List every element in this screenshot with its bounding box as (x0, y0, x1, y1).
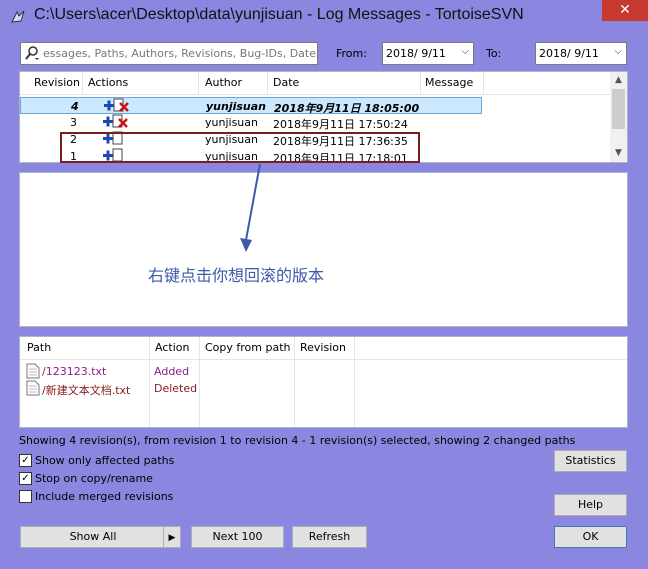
col-actions[interactable]: Actions (88, 76, 128, 89)
from-date-value: 2018/ 9/11 (386, 47, 446, 60)
message-panel[interactable] (19, 172, 628, 327)
refresh-button[interactable]: Refresh (292, 526, 367, 548)
statistics-button[interactable]: Statistics (554, 450, 627, 472)
action-cell: Deleted (154, 382, 198, 395)
action-cell: Added (154, 365, 190, 378)
file-icon (26, 380, 40, 396)
revision-cell: 3 (70, 116, 77, 129)
show-all-dropdown[interactable]: ▶ (163, 526, 181, 548)
status-text: Showing 4 revision(s), from revision 1 t… (19, 434, 576, 447)
from-date-picker[interactable]: 2018/ 9/11 ⌵ (382, 42, 474, 65)
ok-button[interactable]: OK (554, 526, 627, 548)
tortoisesvn-app-icon (11, 10, 25, 23)
stop-on-copy-rename-label[interactable]: Stop on copy/rename (35, 472, 153, 485)
path-row[interactable]: /新建文本文档.txt Deleted (20, 380, 320, 397)
revision-cell: 4 (71, 100, 79, 113)
to-label: To: (486, 47, 502, 60)
author-cell: yunjisuan (205, 116, 258, 129)
to-date-picker[interactable]: 2018/ 9/11 ⌵ (535, 42, 627, 65)
include-merged-revisions-label[interactable]: Include merged revisions (35, 490, 173, 503)
log-scrollbar[interactable]: ▲ ▼ (610, 72, 627, 162)
log-list-header: Revision Actions Author Date Message (20, 72, 627, 95)
annotation-highlight-box (60, 132, 420, 163)
to-date-value: 2018/ 9/11 (539, 47, 599, 60)
search-input[interactable]: essages, Paths, Authors, Revisions, Bug-… (20, 42, 320, 65)
window-title: C:\Users\acer\Desktop\data\yunjisuan - L… (34, 6, 524, 23)
chevron-down-icon[interactable]: ⌵ (614, 46, 622, 57)
from-label: From: (336, 47, 367, 60)
col-action[interactable]: Action (155, 341, 189, 354)
log-row-4[interactable]: 4 yunjisuan 2018年9月11日 18:05:00 (20, 97, 482, 115)
paths-header: Path Action Copy from path Revision (20, 337, 627, 360)
include-merged-revisions-checkbox[interactable] (19, 490, 32, 503)
author-cell: yunjisuan (206, 100, 267, 113)
scroll-down-icon[interactable]: ▼ (610, 145, 627, 162)
col-author[interactable]: Author (205, 76, 242, 89)
annotation-text: 右键点击你想回滚的版本 (148, 266, 325, 285)
col-path[interactable]: Path (27, 341, 51, 354)
help-button[interactable]: Help (554, 494, 627, 516)
chevron-down-icon[interactable]: ⌵ (461, 46, 469, 57)
file-icon (26, 363, 40, 379)
col-date[interactable]: Date (273, 76, 299, 89)
show-only-affected-paths-checkbox[interactable]: ✓ (19, 454, 32, 467)
col-revision[interactable]: Revision (34, 76, 80, 89)
path-cell: /123123.txt (42, 365, 107, 378)
added-icon (104, 100, 114, 111)
search-placeholder: essages, Paths, Authors, Revisions, Bug-… (43, 47, 320, 60)
log-row-3[interactable]: 3 yunjisuan 2018年9月11日 17:50:24 (20, 114, 482, 131)
search-icon[interactable] (24, 45, 40, 61)
col-message[interactable]: Message (425, 76, 473, 89)
col-copy-from-path[interactable]: Copy from path (205, 341, 291, 354)
scroll-thumb[interactable] (612, 89, 625, 129)
added-icon (103, 116, 113, 127)
date-cell: 2018年9月11日 17:50:24 (273, 118, 408, 131)
scroll-up-icon[interactable]: ▲ (610, 72, 627, 89)
chevron-right-icon[interactable]: ▶ (169, 533, 176, 543)
path-cell: /新建文本文档.txt (42, 384, 131, 397)
stop-on-copy-rename-checkbox[interactable]: ✓ (19, 472, 32, 485)
show-only-affected-paths-label[interactable]: Show only affected paths (35, 454, 174, 467)
actions-cell (102, 114, 134, 132)
next-100-button[interactable]: Next 100 (191, 526, 284, 548)
changed-paths-list[interactable]: Path Action Copy from path Revision /123… (19, 336, 628, 428)
close-button[interactable]: ✕ (602, 0, 648, 21)
col-path-revision[interactable]: Revision (300, 341, 346, 354)
path-row[interactable]: /123123.txt Added (20, 363, 320, 380)
annotation-arrow (240, 163, 261, 252)
show-all-button[interactable]: Show All (20, 526, 166, 548)
